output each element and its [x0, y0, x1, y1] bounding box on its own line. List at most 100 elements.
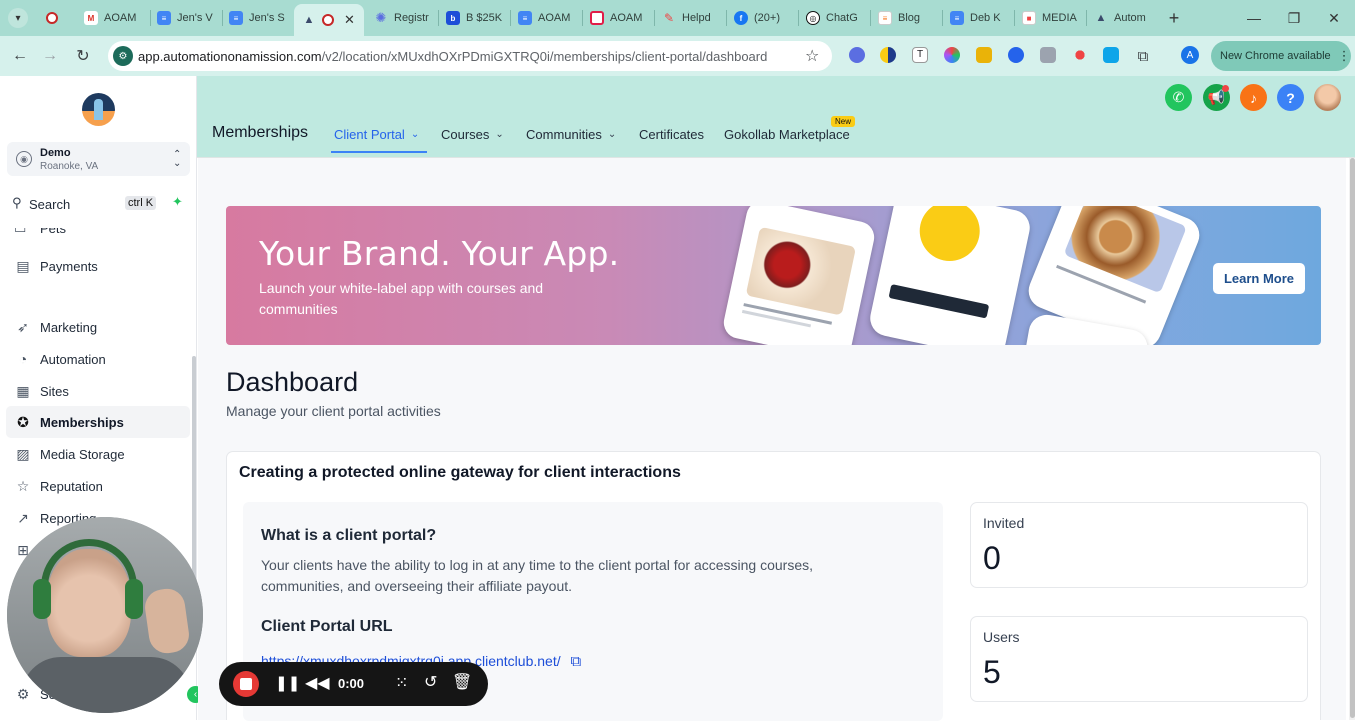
browser-tab-strip: ▾ M AOAM ≡ Jen's V ≡ Jen's S ▲ ✕ ✺ Registr b… — [0, 0, 1355, 36]
browser-tab[interactable]: bB $25K — [446, 4, 508, 32]
extension-icon[interactable] — [944, 47, 960, 63]
marketing-icon: ➶ — [17, 318, 29, 335]
gear-icon: ✺ — [375, 10, 387, 25]
address-bar[interactable]: ⚙ app.automationonamission.com/v2/locati… — [108, 41, 832, 71]
recording-indicator-icon — [46, 12, 58, 24]
box-icon: b — [446, 11, 460, 25]
client-portal-url-heading: Client Portal URL — [261, 618, 393, 635]
facebook-icon: f — [734, 11, 748, 25]
stop-recording-button[interactable] — [233, 671, 259, 697]
browser-tab[interactable]: ▲ Autom — [1094, 4, 1158, 32]
drag-handle-icon[interactable]: ⁙ — [395, 673, 408, 693]
restore-window-button[interactable]: ❐ — [1274, 6, 1314, 30]
payments-icon: ▤ — [16, 257, 30, 274]
user-avatar[interactable] — [1314, 84, 1341, 111]
extension-icon[interactable] — [1072, 47, 1088, 63]
extension-icon[interactable] — [849, 47, 865, 63]
browser-tab[interactable]: ✎ Helpd — [662, 4, 724, 32]
extension-icon[interactable] — [880, 47, 896, 63]
pets-icon: ▭ — [14, 228, 27, 236]
browser-tab[interactable]: ✺ Registr — [374, 4, 436, 32]
browser-tab[interactable]: ≡ Deb K — [950, 4, 1012, 32]
url-text: app.automationonamission.com/v2/location… — [138, 49, 768, 64]
chevron-down-icon: ⌄ — [410, 129, 420, 140]
new-badge: New — [831, 116, 856, 127]
sidebar-item-pets[interactable]: ▭ Pets — [14, 228, 66, 238]
tab-certificates[interactable]: Certificates — [639, 127, 704, 142]
tab-courses[interactable]: Courses ⌄ — [441, 127, 504, 142]
close-window-button[interactable]: ✕ — [1314, 6, 1354, 30]
announcement-icon[interactable]: 📢 — [1203, 84, 1230, 111]
copy-icon[interactable]: ⧉ — [571, 653, 582, 670]
browser-tab-active[interactable]: ▲ ✕ — [294, 4, 364, 36]
browser-tab[interactable]: ■ MEDIA — [1022, 4, 1084, 32]
browser-tab[interactable]: ≡ AOAM — [518, 4, 580, 32]
tab-client-portal[interactable]: Client Portal ⌄ — [334, 127, 419, 142]
recording-timer: 0:00 — [338, 676, 365, 691]
sidebar-item-sites[interactable]: ▦ Sites — [14, 379, 69, 403]
docs-icon: ≡ — [229, 11, 243, 25]
media-icon: ■ — [1022, 11, 1036, 25]
trash-icon[interactable]: 🗑 — [452, 672, 472, 692]
back-button[interactable]: ← — [8, 44, 32, 68]
screen-recorder-toolbar: ❚❚ ◀◀ 0:00 ⁙ ↺ 🗑 — [219, 662, 488, 706]
profile-avatar[interactable]: A — [1181, 46, 1199, 64]
site-info-icon[interactable]: ⚙ — [113, 46, 133, 66]
browser-tab[interactable]: f (20+) — [734, 4, 796, 32]
docs-icon: ≡ — [157, 11, 171, 25]
sidebar-item-reputation[interactable]: ☆ Reputation — [14, 474, 103, 498]
chevron-down-icon: ⌄ — [495, 129, 504, 140]
lightning-icon[interactable]: ✦ — [172, 194, 183, 210]
learn-more-button[interactable]: Learn More — [1213, 263, 1305, 294]
extensions-puzzle-icon[interactable]: ⧉ — [1131, 44, 1155, 68]
sidebar-item-automation[interactable]: ◔ Automation — [14, 347, 106, 371]
sidebar-item-media-storage[interactable]: ▨ Media Storage — [14, 442, 124, 466]
stat-label: Users — [983, 629, 1020, 645]
main-content: Your Brand. Your App. Launch your white-… — [198, 158, 1346, 721]
tab-gokollab-marketplace[interactable]: Gokollab Marketplace — [724, 127, 850, 142]
shortcut-badge: ctrl K — [125, 196, 157, 210]
stat-value: 0 — [983, 540, 1001, 576]
sidebar-item-memberships[interactable]: ✪ Memberships — [14, 410, 124, 434]
gmail-icon: M — [84, 11, 98, 25]
sidebar-item-marketing[interactable]: ➶ Marketing — [14, 315, 97, 339]
help-icon[interactable]: ? — [1277, 84, 1304, 111]
active-tab-indicator — [331, 151, 427, 153]
recording-icon — [322, 14, 334, 26]
sidebar-item-payments[interactable]: ▤ Payments — [14, 254, 97, 278]
update-chrome-button[interactable]: New Chrome available ⋮ — [1211, 41, 1351, 71]
browser-tab[interactable]: ◎ ChatG — [806, 4, 868, 32]
extension-icon[interactable]: T — [912, 47, 928, 63]
phone-icon[interactable]: ✆ — [1165, 84, 1192, 111]
browser-tab[interactable]: ≡ Jen's V — [157, 4, 219, 32]
browser-tab[interactable]: AOAM — [590, 4, 652, 32]
close-tab-icon[interactable]: ✕ — [344, 12, 355, 28]
browser-tab[interactable]: ≡ Blog — [878, 4, 940, 32]
reload-button[interactable]: ↻ — [71, 44, 95, 68]
account-switcher[interactable]: ◉ Demo Roanoke, VA ⌃ ⌄ — [7, 142, 190, 176]
browser-tab[interactable]: M AOAM — [84, 4, 146, 32]
bookmark-star-icon[interactable]: ☆ — [805, 46, 819, 66]
forward-button[interactable]: → — [38, 44, 62, 68]
pause-button[interactable]: ❚❚ — [275, 674, 300, 692]
rewind-button[interactable]: ◀◀ — [305, 673, 330, 693]
card-heading: Creating a protected online gateway for … — [239, 464, 681, 481]
zoom-extension-icon[interactable] — [1008, 47, 1024, 63]
extension-icon[interactable] — [976, 47, 992, 63]
app-icon: ▲ — [303, 14, 315, 26]
tab-search-button[interactable]: ▾ — [8, 8, 28, 28]
notifications-bell-icon[interactable]: ♪ — [1240, 84, 1267, 111]
search-button[interactable]: ⚲ Search ctrl K ✦ — [10, 194, 190, 216]
page-title: Dashboard — [226, 367, 359, 397]
extension-icon[interactable] — [1103, 47, 1119, 63]
restart-icon[interactable]: ↺ — [424, 672, 437, 692]
new-tab-button[interactable]: + — [1164, 8, 1184, 28]
stat-card-users: Users 5 — [970, 616, 1308, 702]
extension-icon[interactable] — [1040, 47, 1056, 63]
tab-communities[interactable]: Communities ⌄ — [526, 127, 616, 142]
browser-tab[interactable]: ≡ Jen's S — [229, 4, 291, 32]
main-scrollbar[interactable] — [1350, 158, 1355, 718]
docs-icon: ≡ — [518, 11, 532, 25]
minimize-window-button[interactable]: — — [1234, 6, 1274, 30]
account-location: Roanoke, VA — [40, 161, 99, 172]
